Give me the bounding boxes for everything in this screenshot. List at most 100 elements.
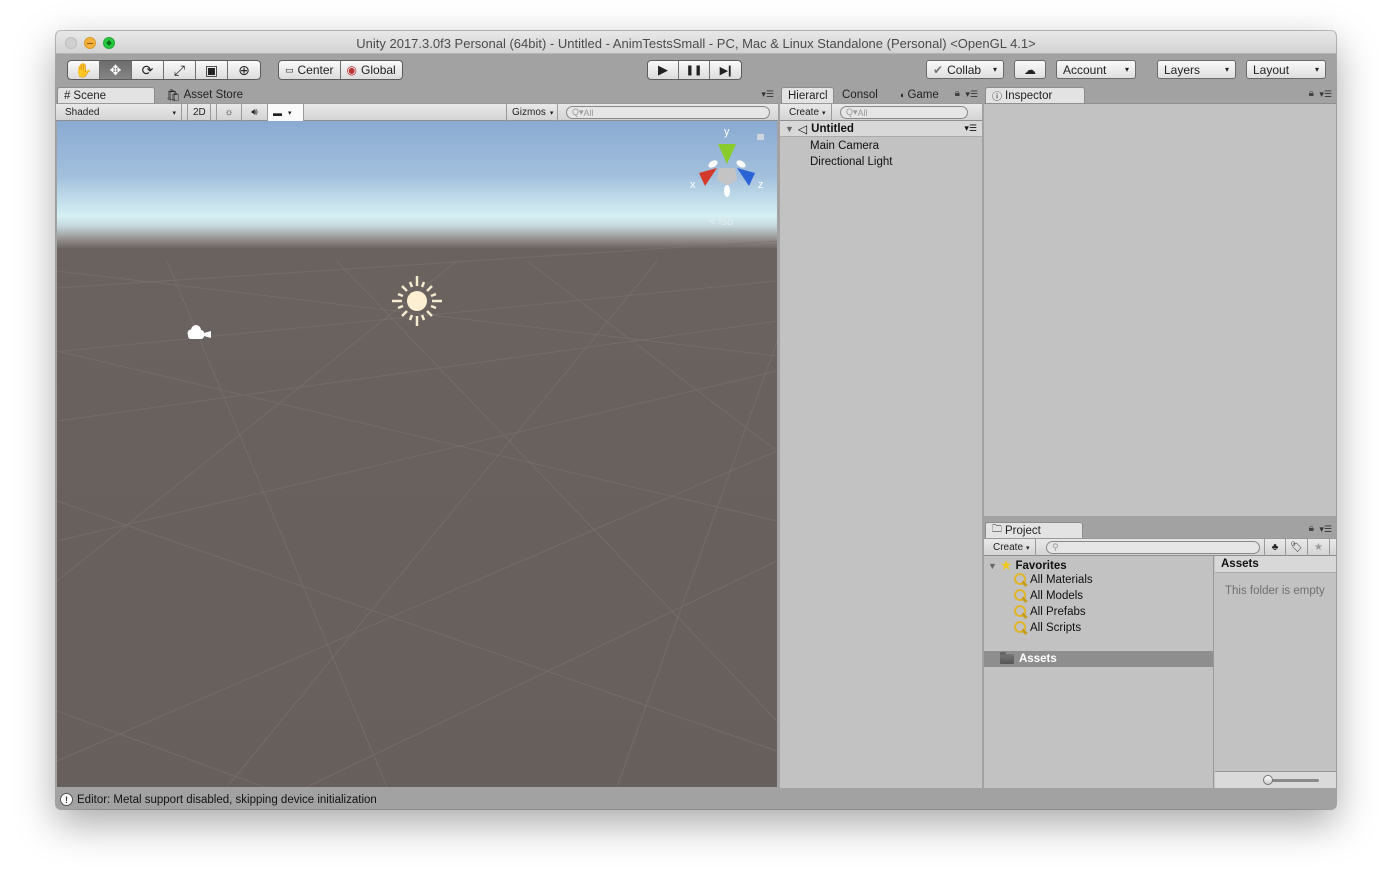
scene-panel: # Scene 🛍 Asset Store ▾☰ Shaded ▾ 2D ☼ 🔊︎ … [56, 86, 778, 788]
chevron-down-icon: ▾ [1314, 65, 1319, 74]
scene-tabstrip: # Scene 🛍 Asset Store ▾☰ [56, 86, 778, 103]
panel-menu-icon[interactable]: ▾☰ [964, 123, 977, 134]
2d-toggle[interactable]: 2D [187, 104, 211, 121]
directional-light-icon[interactable] [392, 276, 442, 326]
scene-viewport[interactable]: y x z < Iso [57, 121, 777, 787]
sun-icon: ☼ [224, 107, 234, 118]
thumbnail-size-slider[interactable] [1265, 779, 1319, 782]
slider-thumb[interactable] [1263, 775, 1273, 785]
scene-overlay [187, 134, 764, 339]
hierarchy-control-bar: Create ▾ Q▾ All [780, 103, 982, 121]
favorite-button[interactable]: ★ [1308, 539, 1330, 556]
title-bar: Unity 2017.3.0f3 Personal (64bit) - Unti… [56, 31, 1336, 54]
cloud-button[interactable]: ☁ [1014, 60, 1046, 79]
gizmos-dropdown[interactable]: Gizmos ▾ [506, 104, 558, 121]
panel-menu-icon[interactable]: ▾☰ [965, 89, 978, 100]
image-icon: ▬ [273, 107, 282, 118]
playback-controls: ▶ ❚❚ ▶❙ [647, 60, 742, 80]
rotate-tool-button[interactable]: ⟳ [132, 61, 164, 79]
effects-dropdown[interactable]: ▬ ▾ [268, 104, 304, 121]
panel-menu-icon[interactable]: ▾☰ [1319, 524, 1332, 535]
pivot-icon: ▭ [285, 64, 294, 75]
check-icon: ✔ [933, 62, 944, 77]
expand-triangle-icon[interactable]: ▼ [785, 124, 794, 134]
favorites-item[interactable]: ▼ ★ Favorites [988, 557, 1067, 574]
hierarchy-search-input[interactable]: Q▾ All [840, 106, 968, 119]
pivot-global-button[interactable]: ◉ Global [341, 61, 402, 79]
warning-icon: ! [60, 793, 73, 806]
hierarchy-create-dropdown[interactable]: Create ▾ [784, 104, 832, 121]
collab-dropdown[interactable]: ✔ Collab ▾ [926, 60, 1004, 79]
step-icon: ▶❙ [719, 64, 735, 77]
camera-icon[interactable] [187, 325, 212, 339]
favorite-item[interactable]: All Models [1014, 589, 1083, 602]
chevron-down-icon: ▾ [822, 109, 826, 117]
star-icon: ★ [1314, 542, 1323, 553]
project-create-dropdown[interactable]: Create ▾ [988, 539, 1036, 556]
assets-folder-item[interactable]: Assets [984, 651, 1213, 667]
hierarchy-tabstrip: Hierarcl Consol ◖ Game 🔒︎ ▾☰ [780, 86, 982, 103]
tab-inspector[interactable]: ⓘ Inspector [985, 87, 1085, 103]
tab-game[interactable]: ◖ Game [893, 87, 945, 103]
filter-by-type-button[interactable]: ♣ [1264, 539, 1286, 556]
rect-icon: ▣ [204, 61, 219, 78]
project-tabstrip: 🗀 Project 🔒︎ ▾☰ [984, 521, 1336, 538]
orientation-gizmo[interactable] [699, 134, 764, 197]
play-button[interactable]: ▶ [648, 61, 679, 79]
info-icon: ⓘ [992, 92, 1002, 103]
status-bar: ! Editor: Metal support disabled, skippi… [56, 790, 1336, 809]
project-search-input[interactable]: ⚲ [1046, 541, 1260, 554]
globe-icon: ◉ [346, 63, 358, 77]
search-filter-icon [1014, 605, 1027, 618]
favorite-item[interactable]: All Materials [1014, 573, 1093, 586]
hand-tool-button[interactable]: ✋ [68, 61, 100, 79]
thumbnail-size-bar [1215, 771, 1336, 788]
step-button[interactable]: ▶❙ [710, 61, 741, 79]
audio-toggle[interactable]: 🔊︎ [242, 104, 268, 121]
move-tool-button[interactable]: ✥ [100, 61, 132, 79]
scene-search-input[interactable]: Q▾ All [566, 106, 770, 119]
account-dropdown[interactable]: Account ▾ [1056, 60, 1136, 79]
gizmo-y-label: y [724, 126, 730, 138]
tab-hierarchy[interactable]: Hierarcl [781, 87, 834, 103]
panel-menu-icon[interactable]: ▾☰ [1319, 89, 1332, 100]
tab-project[interactable]: 🗀 Project [985, 522, 1083, 538]
filter-by-label-button[interactable]: 🏷︎ [1286, 539, 1308, 556]
lock-icon[interactable]: 🔒︎ [1309, 88, 1314, 99]
favorite-item[interactable]: All Scripts [1014, 621, 1081, 634]
project-panel: 🗀 Project 🔒︎ ▾☰ Create ▾ ⚲ ♣ 🏷︎ ★ ▼ ★ Fav… [984, 521, 1336, 788]
layout-dropdown[interactable]: Layout ▾ [1246, 60, 1326, 79]
expand-triangle-icon[interactable]: ▼ [988, 561, 997, 571]
lock-icon[interactable]: 🔒︎ [955, 88, 960, 99]
tab-scene[interactable]: # Scene [57, 87, 155, 103]
hierarchy-item[interactable]: Directional Light [810, 156, 892, 168]
hierarchy-item[interactable]: Main Camera [810, 140, 879, 152]
search-icon: Q▾ [572, 107, 584, 117]
chevron-down-icon: ▾ [1224, 65, 1229, 74]
projection-label[interactable]: < Iso [709, 216, 733, 228]
status-message[interactable]: Editor: Metal support disabled, skipping… [77, 794, 377, 806]
shading-mode-dropdown[interactable]: Shaded ▾ [60, 104, 182, 121]
pause-icon: ❚❚ [685, 64, 703, 76]
pause-button[interactable]: ❚❚ [679, 61, 710, 79]
move-icon: ✥ [109, 61, 122, 78]
lighting-toggle[interactable]: ☼ [216, 104, 242, 121]
folder-icon [1000, 652, 1014, 664]
unity-logo-icon: ◁ [797, 121, 808, 136]
scale-tool-button[interactable]: ⤢ [164, 61, 196, 79]
transform-tool-button[interactable]: ⊕ [228, 61, 260, 79]
rect-tool-button[interactable]: ▣ [196, 61, 228, 79]
tab-console[interactable]: Consol [836, 87, 884, 103]
tag-icon: 🏷︎ [1290, 542, 1303, 553]
pivot-center-button[interactable]: ▭ Center [279, 61, 341, 79]
tab-asset-store[interactable]: 🛍 Asset Store [160, 87, 249, 103]
panel-menu-icon[interactable]: ▾☰ [761, 89, 774, 100]
scene-root-row[interactable]: ▼ ◁ Untitled ▾☰ [780, 121, 982, 137]
window-title: Unity 2017.3.0f3 Personal (64bit) - Unti… [356, 36, 1036, 51]
lock-icon[interactable]: 🔒︎ [1309, 523, 1314, 534]
chevron-down-icon: ▾ [172, 109, 176, 117]
inspector-body [984, 103, 1336, 516]
favorite-item[interactable]: All Prefabs [1014, 605, 1086, 618]
layers-dropdown[interactable]: Layers ▾ [1157, 60, 1236, 79]
scene-control-bar: Shaded ▾ 2D ☼ 🔊︎ ▬ ▾ Gizmos ▾ Q▾ All [56, 103, 778, 121]
